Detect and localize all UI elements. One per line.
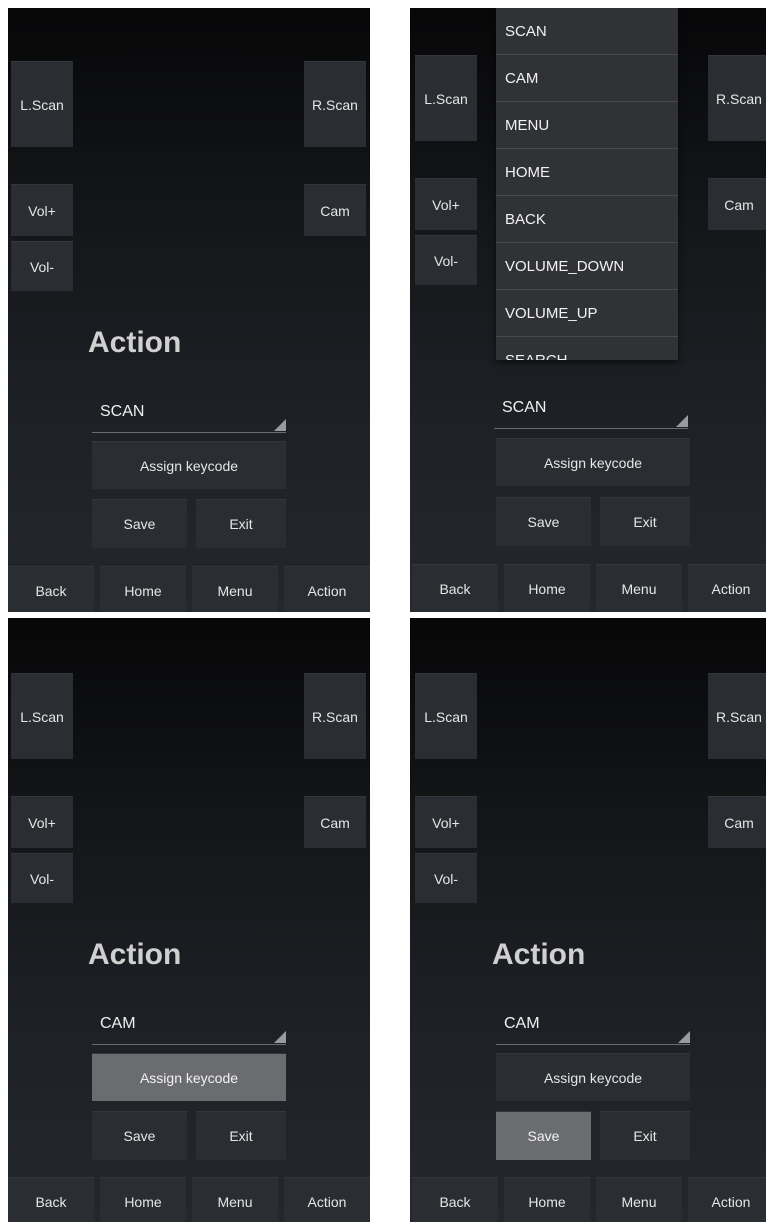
exit-button[interactable]: Exit <box>196 499 286 548</box>
save-button[interactable]: Save <box>496 497 591 546</box>
keycode-dropdown-list[interactable]: SCAN CAM MENU HOME BACK VOLUME_DOWN VOLU… <box>496 8 678 360</box>
nav-menu-button[interactable]: Menu <box>192 1177 278 1222</box>
volume-up-button[interactable]: Vol+ <box>415 178 477 230</box>
assign-keycode-button[interactable]: Assign keycode <box>496 438 690 486</box>
nav-action-button[interactable]: Action <box>688 564 766 612</box>
save-button[interactable]: Save <box>92 1111 187 1160</box>
volume-down-button[interactable]: Vol- <box>11 241 73 291</box>
nav-home-button[interactable]: Home <box>504 564 590 612</box>
spinner-value: CAM <box>100 1014 136 1032</box>
assign-keycode-button[interactable]: Assign keycode <box>92 441 286 489</box>
save-button[interactable]: Save <box>496 1111 591 1160</box>
spinner-arrow-icon <box>274 419 286 431</box>
nav-back-button[interactable]: Back <box>8 1177 94 1222</box>
volume-up-button[interactable]: Vol+ <box>415 796 477 848</box>
spinner-value: SCAN <box>502 398 547 416</box>
volume-down-button[interactable]: Vol- <box>415 853 477 903</box>
screen-panel-3: L.Scan R.Scan Vol+ Cam Vol- Action CAM A… <box>8 618 370 1222</box>
dropdown-item-search[interactable]: SEARCH <box>496 337 678 361</box>
assign-keycode-button[interactable]: Assign keycode <box>92 1053 286 1101</box>
keycode-spinner[interactable]: SCAN <box>92 391 286 433</box>
nav-home-button[interactable]: Home <box>100 1177 186 1222</box>
dropdown-item-cam[interactable]: CAM <box>496 55 678 102</box>
volume-down-button[interactable]: Vol- <box>11 853 73 903</box>
cam-button[interactable]: Cam <box>304 184 366 236</box>
nav-action-button[interactable]: Action <box>284 1177 370 1222</box>
nav-home-button[interactable]: Home <box>100 566 186 612</box>
rscan-button[interactable]: R.Scan <box>304 61 366 147</box>
dropdown-item-home[interactable]: HOME <box>496 149 678 196</box>
cam-button[interactable]: Cam <box>708 796 766 848</box>
keycode-spinner[interactable]: CAM <box>92 1003 286 1045</box>
dropdown-item-menu[interactable]: MENU <box>496 102 678 149</box>
nav-back-button[interactable]: Back <box>412 1177 498 1222</box>
dropdown-item-back[interactable]: BACK <box>496 196 678 243</box>
volume-up-button[interactable]: Vol+ <box>11 184 73 236</box>
dropdown-item-volume-up[interactable]: VOLUME_UP <box>496 290 678 337</box>
spinner-arrow-icon <box>274 1031 286 1043</box>
nav-menu-button[interactable]: Menu <box>596 1177 682 1222</box>
action-title: Action <box>88 326 182 359</box>
rscan-button[interactable]: R.Scan <box>708 673 766 759</box>
screen-panel-4: L.Scan R.Scan Vol+ Cam Vol- Action CAM A… <box>410 618 766 1222</box>
keycode-spinner[interactable]: CAM <box>496 1003 690 1045</box>
screen-panel-2: L.Scan R.Scan Vol+ Cam Vol- SCAN Assign … <box>410 8 766 612</box>
spinner-value: CAM <box>504 1014 540 1032</box>
exit-button[interactable]: Exit <box>600 497 690 546</box>
save-button[interactable]: Save <box>92 499 187 548</box>
nav-action-button[interactable]: Action <box>284 566 370 612</box>
action-title: Action <box>88 938 182 971</box>
nav-menu-button[interactable]: Menu <box>596 564 682 612</box>
volume-down-button[interactable]: Vol- <box>415 235 477 285</box>
assign-keycode-button[interactable]: Assign keycode <box>496 1053 690 1101</box>
nav-home-button[interactable]: Home <box>504 1177 590 1222</box>
nav-back-button[interactable]: Back <box>8 566 94 612</box>
cam-button[interactable]: Cam <box>304 796 366 848</box>
spinner-value: SCAN <box>100 402 145 420</box>
cam-button[interactable]: Cam <box>708 178 766 230</box>
volume-up-button[interactable]: Vol+ <box>11 796 73 848</box>
screen-panel-1: L.Scan R.Scan Vol+ Cam Vol- Action SCAN … <box>8 8 370 612</box>
action-title: Action <box>492 938 586 971</box>
lscan-button[interactable]: L.Scan <box>11 61 73 147</box>
lscan-button[interactable]: L.Scan <box>415 673 477 759</box>
dropdown-item-scan[interactable]: SCAN <box>496 8 678 55</box>
rscan-button[interactable]: R.Scan <box>708 55 766 141</box>
keycode-spinner[interactable]: SCAN <box>494 387 688 429</box>
exit-button[interactable]: Exit <box>196 1111 286 1160</box>
nav-action-button[interactable]: Action <box>688 1177 766 1222</box>
spinner-arrow-icon <box>676 415 688 427</box>
lscan-button[interactable]: L.Scan <box>415 55 477 141</box>
lscan-button[interactable]: L.Scan <box>11 673 73 759</box>
nav-menu-button[interactable]: Menu <box>192 566 278 612</box>
spinner-arrow-icon <box>678 1031 690 1043</box>
nav-back-button[interactable]: Back <box>412 564 498 612</box>
rscan-button[interactable]: R.Scan <box>304 673 366 759</box>
dropdown-item-volume-down[interactable]: VOLUME_DOWN <box>496 243 678 290</box>
exit-button[interactable]: Exit <box>600 1111 690 1160</box>
